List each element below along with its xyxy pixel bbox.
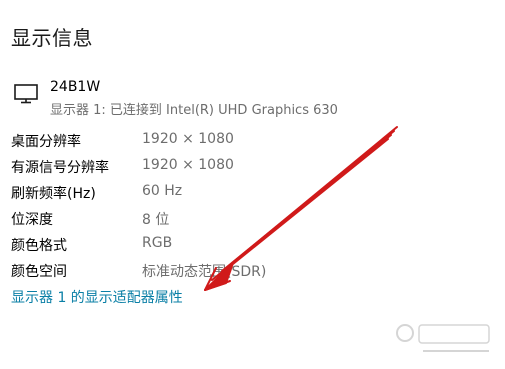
info-label: 刷新频率(Hz): [11, 186, 96, 202]
info-value: 8 位: [142, 212, 170, 228]
info-label: 位深度: [11, 212, 53, 228]
info-value: 1920 × 1080: [142, 157, 234, 173]
info-value: 1920 × 1080: [142, 131, 234, 147]
page-title: 显示信息: [11, 26, 93, 50]
info-value: RGB: [142, 235, 173, 251]
display-adapter-properties-link[interactable]: 显示器 1 的显示适配器属性: [11, 287, 183, 307]
monitor-icon: [14, 84, 38, 104]
info-label: 有源信号分辨率: [11, 160, 109, 176]
info-label: 颜色空间: [11, 264, 67, 280]
info-row-color-space: 颜色空间 标准动态范围(SDR): [11, 261, 411, 281]
info-row-desktop-resolution: 桌面分辨率 1920 × 1080: [11, 131, 411, 151]
info-label: 桌面分辨率: [11, 134, 81, 150]
info-row-color-format: 颜色格式 RGB: [11, 235, 411, 255]
info-row-active-signal-resolution: 有源信号分辨率 1920 × 1080: [11, 157, 411, 177]
monitor-connection: 显示器 1: 已连接到 Intel(R) UHD Graphics 630: [50, 103, 338, 118]
monitor-name: 24B1W: [50, 79, 101, 95]
info-row-bit-depth: 位深度 8 位: [11, 209, 411, 229]
info-row-refresh-rate: 刷新频率(Hz) 60 Hz: [11, 183, 411, 203]
info-value: 60 Hz: [142, 183, 183, 199]
watermark-logo: [396, 324, 490, 352]
info-label: 颜色格式: [11, 238, 67, 254]
info-value: 标准动态范围(SDR): [142, 264, 267, 280]
